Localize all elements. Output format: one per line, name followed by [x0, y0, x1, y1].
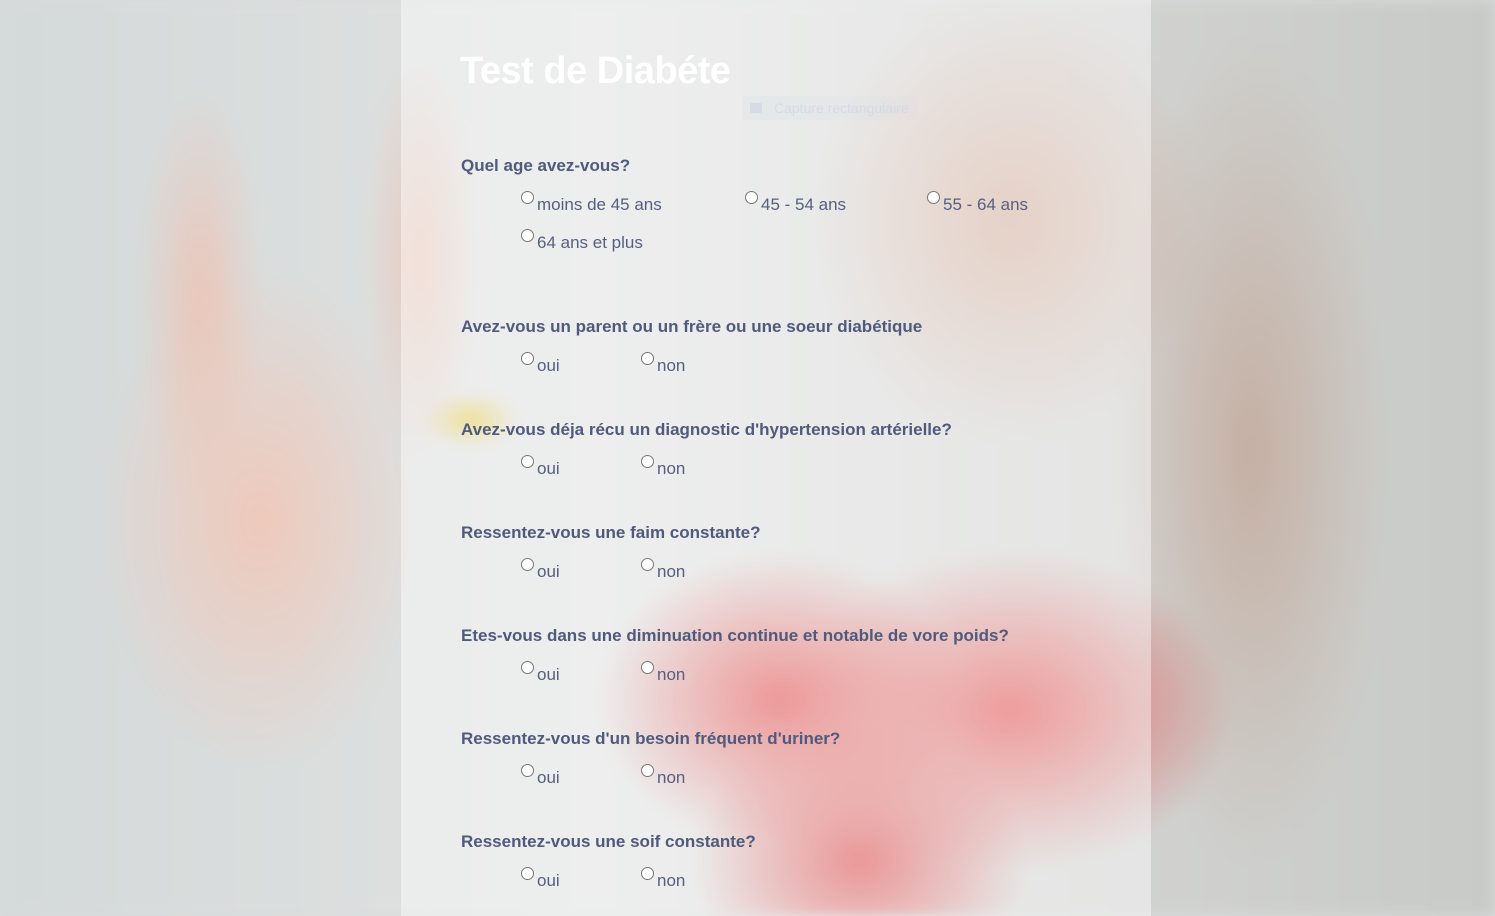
- question-urination: Ressentez-vous d'un besoin fréquent d'ur…: [461, 729, 841, 748]
- radio-button[interactable]: [641, 455, 654, 468]
- option-label: non: [657, 665, 686, 684]
- radio-button[interactable]: [521, 455, 534, 468]
- radio-button[interactable]: [641, 558, 654, 571]
- question-thirst: Ressentez-vous une soif constante?: [461, 832, 756, 851]
- radio-button[interactable]: [641, 764, 654, 777]
- option-label: oui: [537, 459, 560, 478]
- radio-button[interactable]: [745, 191, 758, 204]
- option-label: moins de 45 ans: [537, 195, 662, 214]
- question-family-diabetes: Avez-vous un parent ou un frère ou une s…: [461, 317, 923, 336]
- question-age: Quel age avez-vous?: [461, 156, 631, 175]
- question-hunger: Ressentez-vous une faim constante?: [461, 523, 761, 542]
- option-label: oui: [537, 871, 560, 890]
- option-label: non: [657, 459, 686, 478]
- radio-button[interactable]: [641, 352, 654, 365]
- option-label: oui: [537, 562, 560, 581]
- option-label: oui: [537, 356, 560, 375]
- option-label: oui: [537, 665, 560, 684]
- radio-button[interactable]: [521, 352, 534, 365]
- option-label: non: [657, 356, 686, 375]
- option-label: 64 ans et plus: [537, 233, 643, 252]
- page-title: Test de Diabéte: [460, 50, 731, 92]
- question-weight-loss: Etes-vous dans une diminuation continue …: [461, 626, 1009, 645]
- radio-button[interactable]: [521, 191, 534, 204]
- option-label: non: [657, 562, 686, 581]
- radio-button[interactable]: [521, 229, 534, 242]
- radio-button[interactable]: [927, 191, 940, 204]
- page: Test de Diabéte Capture rectangulaire Qu…: [0, 0, 1495, 916]
- radio-button[interactable]: [521, 867, 534, 880]
- option-label: non: [657, 871, 686, 890]
- radio-button[interactable]: [521, 558, 534, 571]
- radio-button[interactable]: [641, 661, 654, 674]
- capture-caption: Capture rectangulaire: [742, 96, 917, 120]
- option-label: 45 - 54 ans: [761, 195, 847, 214]
- option-label: 55 - 64 ans: [943, 195, 1029, 214]
- radio-button[interactable]: [521, 661, 534, 674]
- option-label: non: [657, 768, 686, 787]
- option-label: oui: [537, 768, 560, 787]
- radio-button[interactable]: [641, 867, 654, 880]
- question-hypertension: Avez-vous déja récu un diagnostic d'hype…: [461, 420, 952, 439]
- form-panel: [401, 0, 1151, 916]
- radio-button[interactable]: [521, 764, 534, 777]
